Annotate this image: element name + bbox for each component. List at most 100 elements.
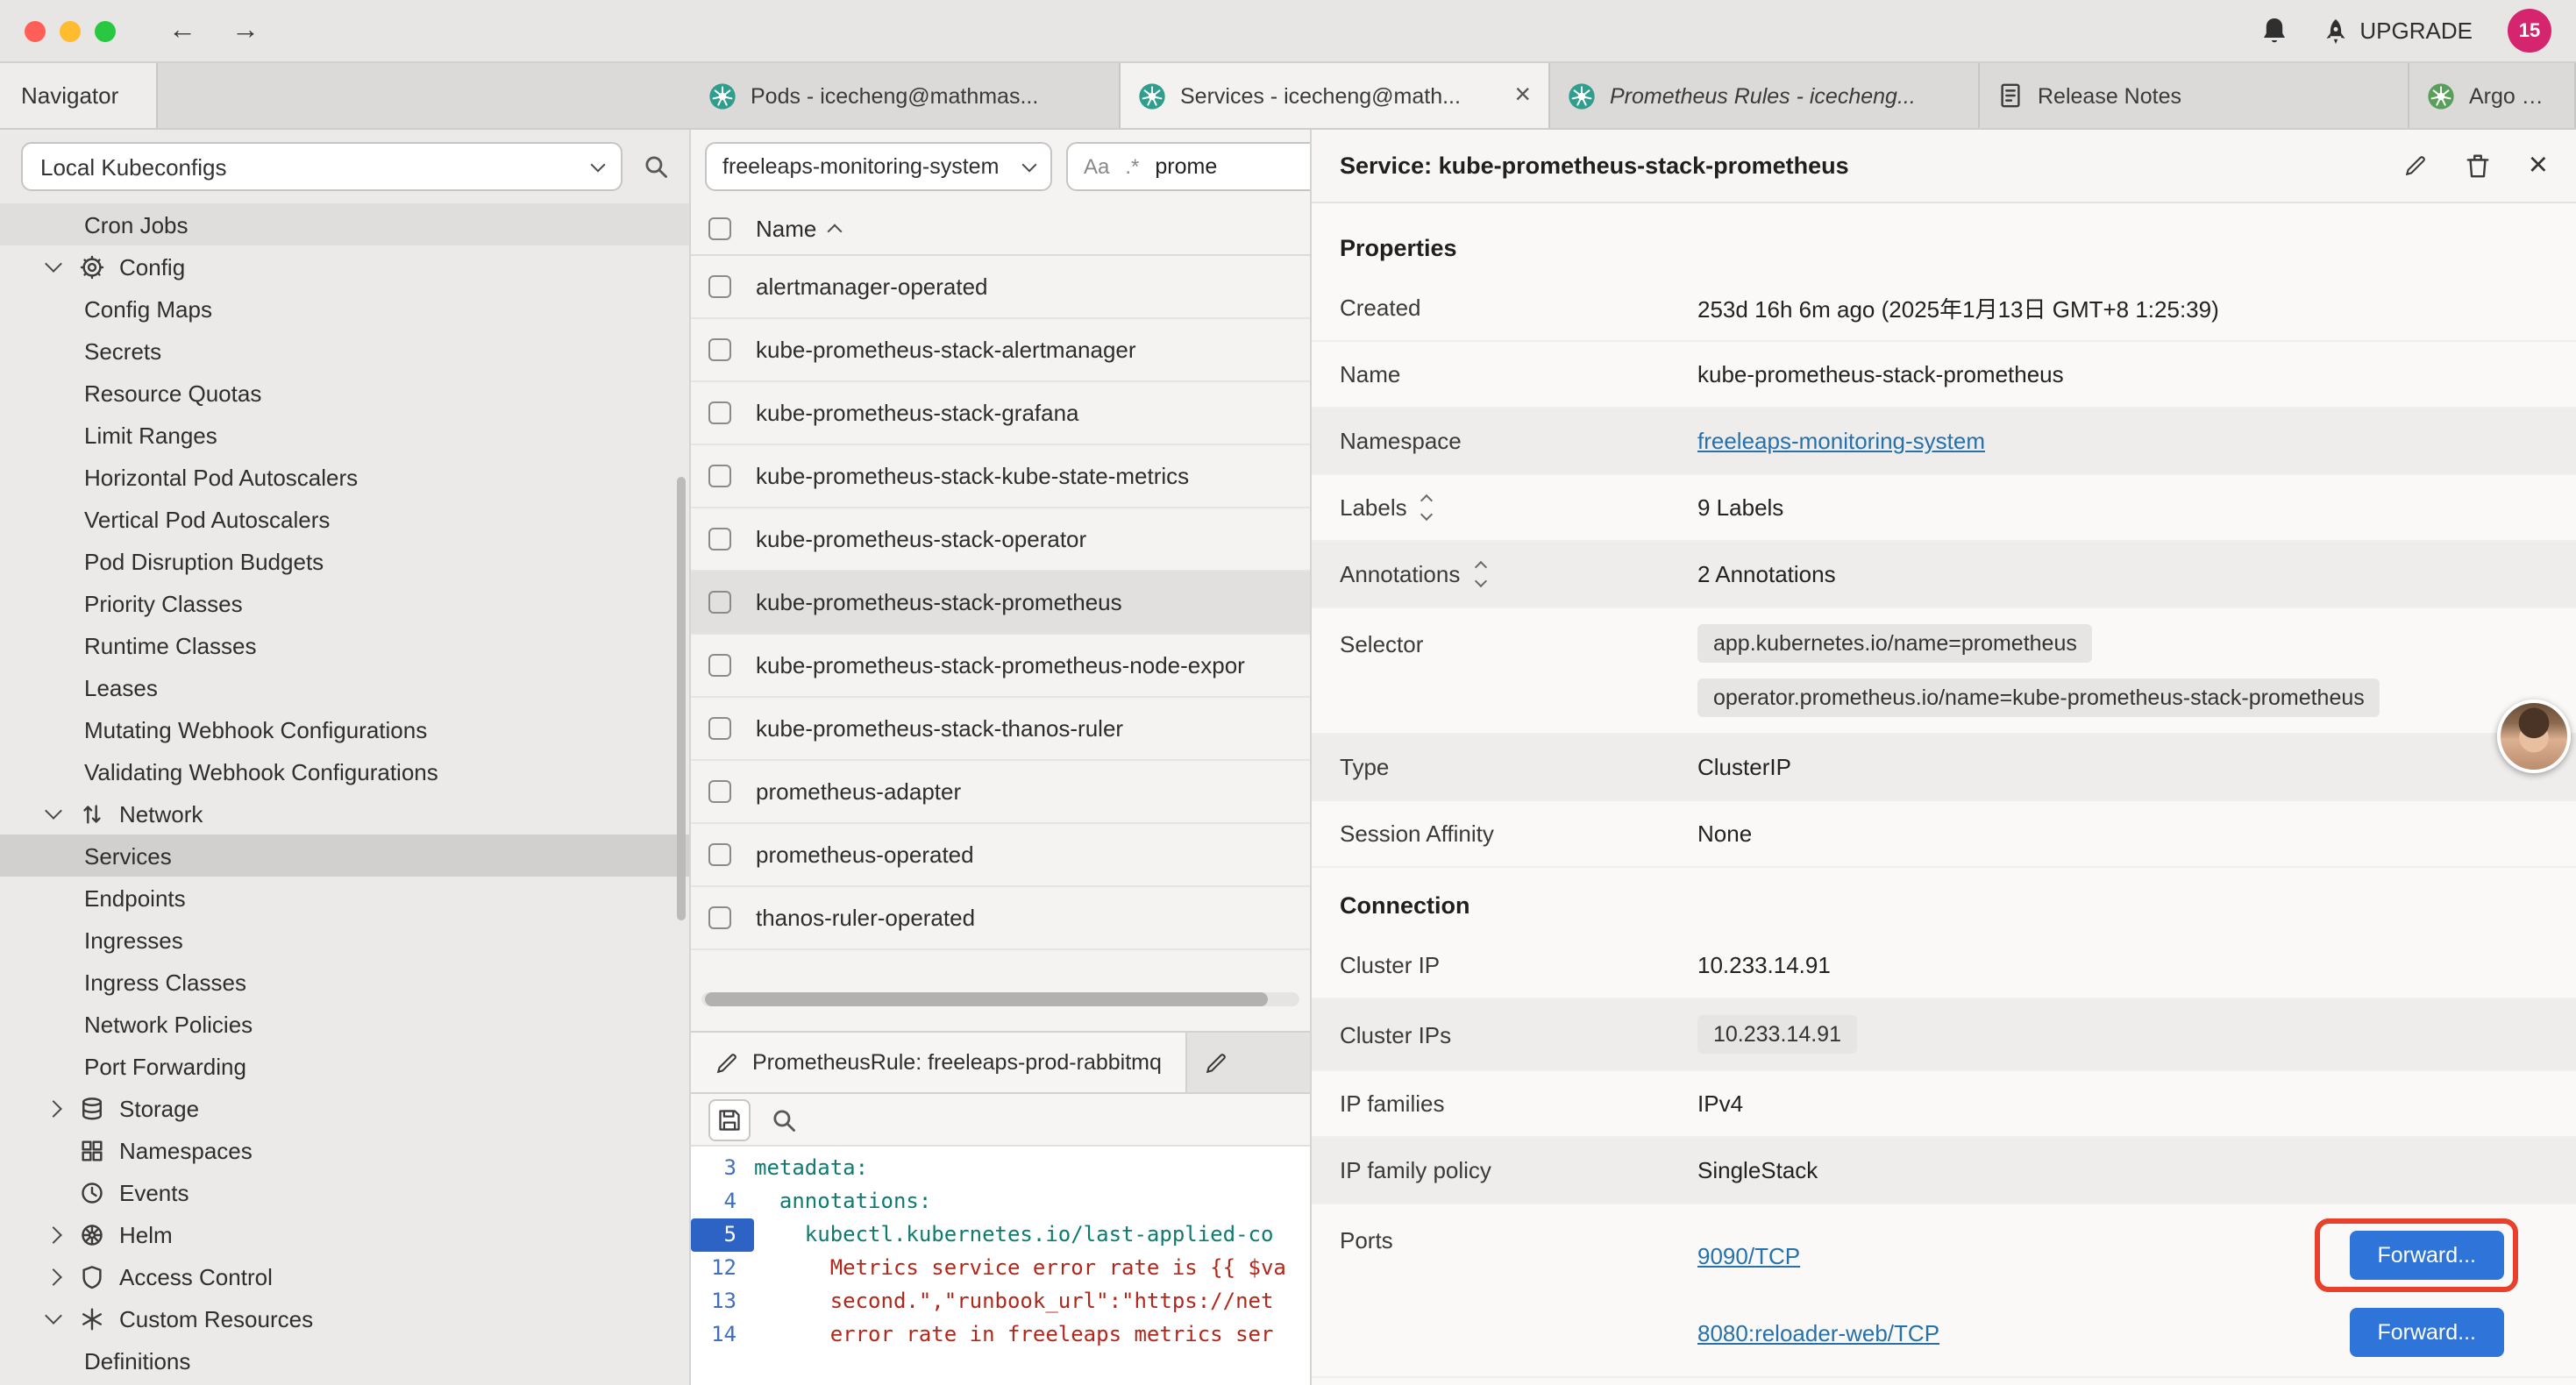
table-row-kube-prometheus-stack-prometheus[interactable]: kube-prometheus-stack-prometheus [691,572,1310,635]
sidebar-scrollbar[interactable] [677,477,686,920]
row-checkbox[interactable] [708,401,731,424]
sidebar-item-horizontal-pod-autoscalers[interactable]: Horizontal Pod Autoscalers [0,456,689,498]
save-icon[interactable] [708,1098,751,1140]
sidebar-item-validating-webhook-configurations[interactable]: Validating Webhook Configurations [0,750,689,792]
sidebar-item-config[interactable]: Config [0,245,689,288]
forward-button[interactable]: Forward... [2349,1231,2504,1280]
tab-close-icon[interactable]: × [1514,80,1531,111]
table-row-kube-prometheus-stack-thanos-ruler[interactable]: kube-prometheus-stack-thanos-ruler [691,698,1310,761]
sidebar-item-network-policies[interactable]: Network Policies [0,1003,689,1045]
scrollbar-thumb[interactable] [705,992,1267,1006]
sidebar-item-cron-jobs[interactable]: Cron Jobs [0,203,689,245]
tab-release-notes[interactable]: Release Notes [1980,63,2409,128]
sidebar-item-endpoints[interactable]: Endpoints [0,877,689,919]
table-row-kube-prometheus-stack-operator[interactable]: kube-prometheus-stack-operator [691,508,1310,572]
sidebar-item-access-control[interactable]: Access Control [0,1255,689,1297]
upgrade-button[interactable]: UPGRADE [2323,17,2473,45]
forward-arrow-button[interactable]: → [231,15,260,46]
table-row-kube-prometheus-stack-grafana[interactable]: kube-prometheus-stack-grafana [691,382,1310,445]
row-checkbox[interactable] [708,591,731,614]
sidebar-item-leases[interactable]: Leases [0,666,689,708]
row-checkbox[interactable] [708,843,731,866]
sidebar-item-config-maps[interactable]: Config Maps [0,288,689,330]
sidebar-item-storage[interactable]: Storage [0,1087,689,1129]
tab-services-icecheng-math[interactable]: Services - icecheng@math...× [1121,63,1550,128]
value-chip: 10.233.14.91 [1697,1015,1857,1054]
delete-resource-icon[interactable] [2466,153,2490,179]
table-row-kube-prometheus-stack-alertmanager[interactable]: kube-prometheus-stack-alertmanager [691,319,1310,382]
editor-search-icon[interactable] [772,1107,796,1132]
table-row-prometheus-adapter[interactable]: prometheus-adapter [691,761,1310,824]
edit-resource-icon[interactable] [2404,154,2427,177]
port-link-8080-reloader-web-tcp[interactable]: 8080:reloader-web/TCP [1697,1319,1939,1346]
sidebar-item-custom-resources[interactable]: Custom Resources [0,1297,689,1339]
tab-label: Pods - icecheng@mathmas... [751,83,1101,108]
expand-collapse-icon[interactable] [1423,496,1432,519]
sidebar-item-label: Pod Disruption Budgets [84,548,324,574]
prop-label: IP family policy [1340,1157,1491,1183]
minimize-window-button[interactable] [60,20,81,41]
table-row-thanos-ruler-operated[interactable]: thanos-ruler-operated [691,887,1310,950]
resource-search-input[interactable]: Aa .* prome [1066,142,1310,191]
row-checkbox[interactable] [708,528,731,550]
sidebar-item-label: Cron Jobs [84,211,189,238]
table-row-kube-prometheus-stack-kube-state-metrics[interactable]: kube-prometheus-stack-kube-state-metrics [691,445,1310,508]
tab-argo-se[interactable]: Argo Se... [2409,63,2576,128]
edit-pencil-icon [1206,1051,1228,1074]
horizontal-scrollbar[interactable] [701,992,1299,1006]
close-drawer-icon[interactable]: × [2529,146,2548,185]
sidebar-item-secrets[interactable]: Secrets [0,330,689,372]
notifications-bell-icon[interactable] [2259,16,2288,46]
user-avatar[interactable] [2497,700,2571,773]
sidebar-item-port-forwarding[interactable]: Port Forwarding [0,1045,689,1087]
match-case-toggle[interactable]: Aa [1084,154,1109,179]
close-window-button[interactable] [25,20,46,41]
row-checkbox[interactable] [708,275,731,298]
notification-count-badge[interactable]: 15 [2508,9,2551,53]
tab-prometheus-rules-icecheng[interactable]: Prometheus Rules - icecheng... [1550,63,1980,128]
code-editor[interactable]: 3metadata:4 annotations:5 kubectl.kubern… [691,1147,1310,1385]
namespace-link[interactable]: freeleaps-monitoring-system [1697,428,1985,454]
navigator-panel-tab[interactable]: Navigator [0,63,158,128]
sidebar-item-mutating-webhook-configurations[interactable]: Mutating Webhook Configurations [0,708,689,750]
port-link-9090-tcp[interactable]: 9090/TCP [1697,1242,1800,1268]
row-checkbox[interactable] [708,654,731,677]
sidebar-item-events[interactable]: Events [0,1171,689,1213]
sidebar-item-definitions[interactable]: Definitions [0,1339,689,1381]
back-arrow-button[interactable]: ← [168,15,196,46]
forward-button[interactable]: Forward... [2349,1308,2504,1357]
tab-pods-icecheng-mathmas[interactable]: Pods - icecheng@mathmas... [691,63,1121,128]
sidebar-item-namespaces[interactable]: Namespaces [0,1129,689,1171]
row-checkbox[interactable] [708,780,731,803]
row-checkbox[interactable] [708,717,731,740]
expand-collapse-icon[interactable] [1476,563,1484,586]
table-row-prometheus-operated[interactable]: prometheus-operated [691,824,1310,887]
k8s-icon [1568,82,1596,110]
tabbar: Navigator Pods - icecheng@mathmas... Serv… [0,63,2576,130]
sidebar-item-services[interactable]: Services [0,835,689,877]
table-row-alertmanager-operated[interactable]: alertmanager-operated [691,256,1310,319]
sidebar-item-network[interactable]: Network [0,792,689,835]
sidebar-item-vertical-pod-autoscalers[interactable]: Vertical Pod Autoscalers [0,498,689,540]
select-all-checkbox[interactable] [708,217,731,240]
table-row-kube-prometheus-stack-prometheus-node-expor[interactable]: kube-prometheus-stack-prometheus-node-ex… [691,635,1310,698]
sidebar-item-runtime-classes[interactable]: Runtime Classes [0,624,689,666]
sidebar-item-limit-ranges[interactable]: Limit Ranges [0,414,689,456]
row-checkbox[interactable] [708,906,731,929]
namespace-select[interactable]: freeleaps-monitoring-system [705,142,1052,191]
sidebar-search-icon[interactable] [644,154,668,179]
sidebar-item-pod-disruption-budgets[interactable]: Pod Disruption Budgets [0,540,689,582]
editor-tab-partial[interactable] [1188,1033,1310,1092]
row-checkbox[interactable] [708,465,731,487]
kubeconfig-select[interactable]: Local Kubeconfigs [21,142,623,191]
sidebar-item-resource-quotas[interactable]: Resource Quotas [0,372,689,414]
row-checkbox[interactable] [708,338,731,361]
sidebar-item-ingresses[interactable]: Ingresses [0,919,689,961]
editor-tab-prometheusrule[interactable]: PrometheusRule: freeleaps-prod-rabbitmq [691,1033,1188,1092]
sidebar-item-ingress-classes[interactable]: Ingress Classes [0,961,689,1003]
sidebar-item-priority-classes[interactable]: Priority Classes [0,582,689,624]
regex-toggle[interactable]: .* [1125,154,1139,179]
zoom-window-button[interactable] [95,20,116,41]
name-column-header[interactable]: Name [756,216,839,242]
sidebar-item-helm[interactable]: Helm [0,1213,689,1255]
